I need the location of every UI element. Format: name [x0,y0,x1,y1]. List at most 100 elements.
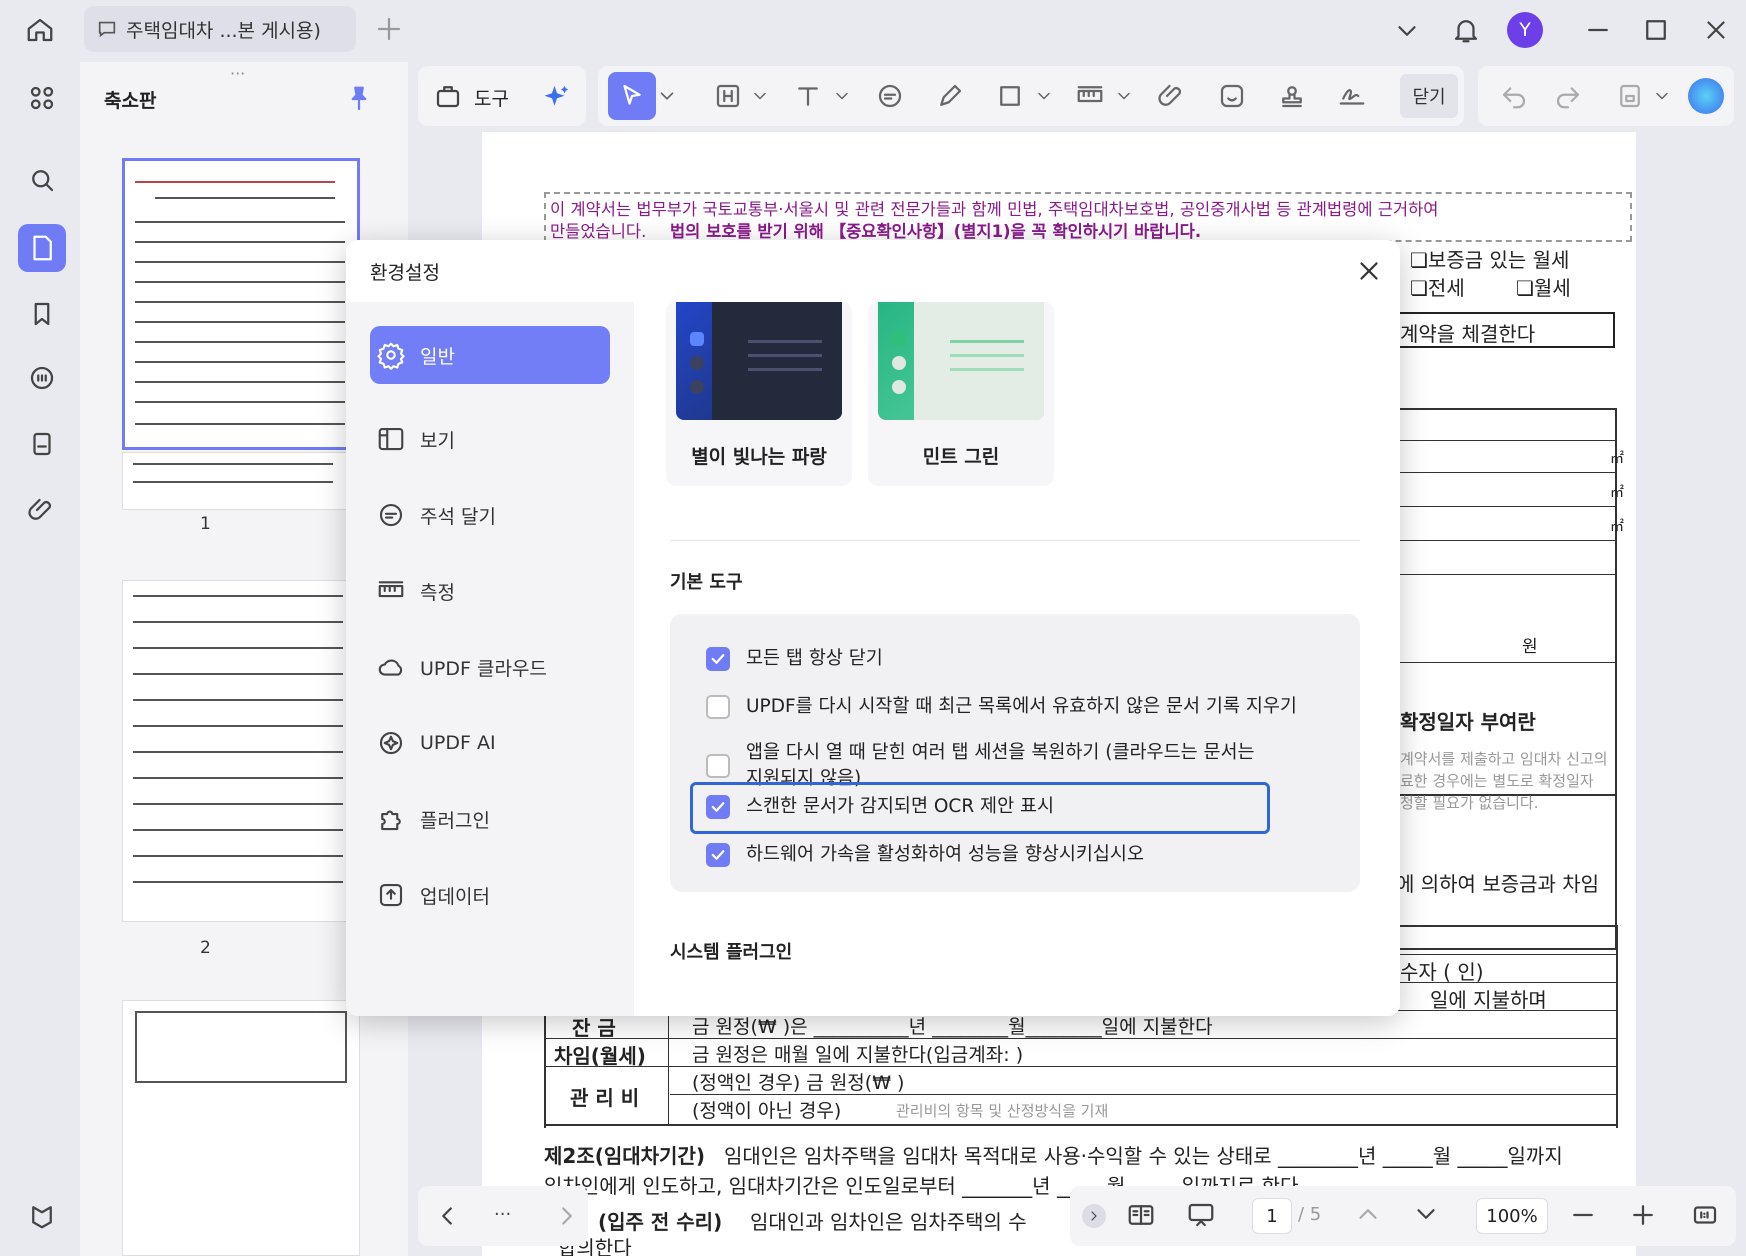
option-ocr-suggestion[interactable]: 스캔한 문서가 감지되면 OCR 제안 표시 [706,794,1054,820]
save-icon[interactable] [1612,78,1648,114]
updf-ai-icon[interactable] [1688,78,1724,114]
attach-icon[interactable] [1154,78,1190,114]
nav-plugins[interactable]: 플러그인 [370,790,610,848]
search-icon[interactable] [22,160,62,200]
option-label: 앱을 다시 열 때 닫힌 여러 탭 세션을 복원하기 (클라우드는 문서는 [746,742,1255,763]
chevron-right-icon[interactable] [550,1198,584,1234]
chevron-up-icon[interactable] [1350,1196,1386,1232]
avatar[interactable]: Y [1507,12,1543,48]
checkbox-unchecked[interactable] [706,695,730,719]
zoom-in-icon[interactable] [1624,1196,1662,1234]
document-tab[interactable]: 주택임대차 ...본 게시용) [84,6,356,52]
ruler-icon [376,576,406,606]
zoom-out-icon[interactable] [1564,1196,1602,1234]
comment-bubble-icon[interactable] [872,78,908,114]
nav-cloud[interactable]: UPDF 클라우드 [370,638,610,696]
zoom-input[interactable]: 100% [1476,1198,1548,1234]
option-label: 하드웨어 가속을 활성화하여 성능을 향상시키십시오 [746,844,1144,865]
highlight-icon[interactable] [710,78,746,114]
close-icon[interactable] [1352,254,1386,288]
fixed-date-title: 확정일자 부여란 [1400,710,1536,734]
nav-updater[interactable]: 업데이터 [370,866,610,924]
page-thumbnail-1[interactable] [122,158,360,450]
jeonse-checkbox[interactable]: ❏전세 [1410,272,1465,301]
chevron-down-icon[interactable] [1390,14,1424,48]
page-thumbnail-2[interactable] [122,580,360,922]
minimize-icon[interactable] [1580,12,1616,48]
text-icon[interactable] [790,78,826,114]
checkbox-checked[interactable] [706,843,730,867]
page-thumbnail-3[interactable] [122,1000,360,1256]
theme-starry-blue[interactable]: 별이 빛나는 파랑 [666,302,852,486]
nav-ai[interactable]: UPDF AI [370,714,610,772]
nav-label: UPDF AI [420,732,496,754]
option-label: UPDF를 다시 시작할 때 최근 목록에서 유효하지 않은 문서 기록 지우기 [746,696,1297,717]
nav-view[interactable]: 보기 [370,410,610,468]
close-tools-button[interactable]: 닫기 [1400,74,1458,118]
sticker-icon[interactable] [1214,78,1250,114]
option-label: 스캔한 문서가 감지되면 OCR 제안 표시 [746,796,1055,817]
bookmark-icon[interactable] [22,294,62,334]
apps-grid-icon[interactable] [22,78,62,118]
nav-annotation[interactable]: 주석 달기 [370,486,610,544]
theme-mint-green[interactable]: 민트 그린 [868,302,1054,486]
gear-icon [376,340,406,370]
page-number-1: 1 [200,514,211,534]
nav-general[interactable]: 일반 [370,326,610,384]
toolbox-icon[interactable] [432,80,464,112]
paperclip-icon[interactable] [22,490,62,530]
maximize-icon[interactable] [1638,12,1674,48]
nav-label: UPDF 클라우드 [420,657,547,680]
management-nonfixed: (정액이 아닌 경우) [692,1100,842,1122]
actual-size-icon[interactable] [1686,1196,1724,1234]
chevron-down-icon[interactable] [1114,86,1134,106]
chevron-down-icon[interactable] [832,86,852,106]
resize-handle[interactable]: ··· [230,64,245,83]
comments-icon[interactable] [22,358,62,398]
undo-icon[interactable] [1496,78,1532,114]
contract-text: 계약을 체결한다 [1400,322,1536,346]
option-clear-invalid-recent[interactable]: UPDF를 다시 시작할 때 최근 목록에서 유효하지 않은 문서 기록 지우기 [706,694,1297,720]
pin-icon[interactable] [342,82,376,116]
redo-icon[interactable] [1550,78,1586,114]
chevron-down-icon[interactable] [656,84,678,108]
ai-sparkle-icon[interactable] [540,80,574,114]
chevron-down-icon[interactable] [1408,1196,1444,1232]
more-button[interactable]: ··· [494,1204,511,1225]
option-close-all-tabs[interactable]: 모든 탭 항상 닫기 [706,646,883,672]
management-fixed: (정액인 경우) 금 원정(₩ ) [692,1072,905,1094]
tools-label[interactable]: 도구 [474,84,509,111]
puzzle-icon [376,804,406,834]
reading-mode-icon[interactable] [1122,1196,1160,1234]
signature-icon[interactable] [1334,78,1370,114]
notice-line-1: 이 계약서는 법무부가 국토교통부·서울시 및 관련 전문가들과 함께 민법, … [550,200,1439,219]
layers-icon[interactable] [22,1196,62,1236]
article-2-title: 제2조(임대차기간) [544,1144,705,1168]
article-3-title: (입주 전 수리) [598,1210,723,1234]
stamp-icon[interactable] [1274,78,1310,114]
attachment-page-icon[interactable] [22,424,62,464]
checkbox-checked[interactable] [706,795,730,819]
chevron-down-icon[interactable] [1034,86,1054,106]
bell-icon[interactable] [1448,12,1484,48]
divider [670,540,1360,541]
chevron-down-icon[interactable] [750,86,770,106]
chevron-left-icon[interactable] [430,1198,464,1234]
pencil-icon[interactable] [932,78,968,114]
option-hardware-acceleration[interactable]: 하드웨어 가속을 활성화하여 성능을 향상시키십시오 [706,842,1144,868]
deposit-monthly-checkbox[interactable]: ❏보증금 있는 월세 [1410,244,1569,273]
preferences-dialog: 환경설정 일반 보기 주석 달기 측정 UPDF 클라우드 UPDF AI 플러… [346,240,1400,1016]
home-icon[interactable] [20,12,60,48]
checkbox-checked[interactable] [706,647,730,671]
close-icon[interactable] [1698,12,1734,48]
nav-measure[interactable]: 측정 [370,562,610,620]
monthly-checkbox[interactable]: ❏월세 [1516,272,1571,301]
slideshow-icon[interactable] [1182,1196,1220,1234]
chevron-down-icon[interactable] [1652,86,1672,106]
page-number-input[interactable]: 1 [1252,1198,1292,1234]
rectangle-icon[interactable] [992,78,1028,114]
new-tab-icon[interactable] [374,14,404,44]
cursor-icon [614,78,650,114]
measure-icon[interactable] [1072,78,1108,114]
checkbox-unchecked[interactable] [706,754,730,778]
